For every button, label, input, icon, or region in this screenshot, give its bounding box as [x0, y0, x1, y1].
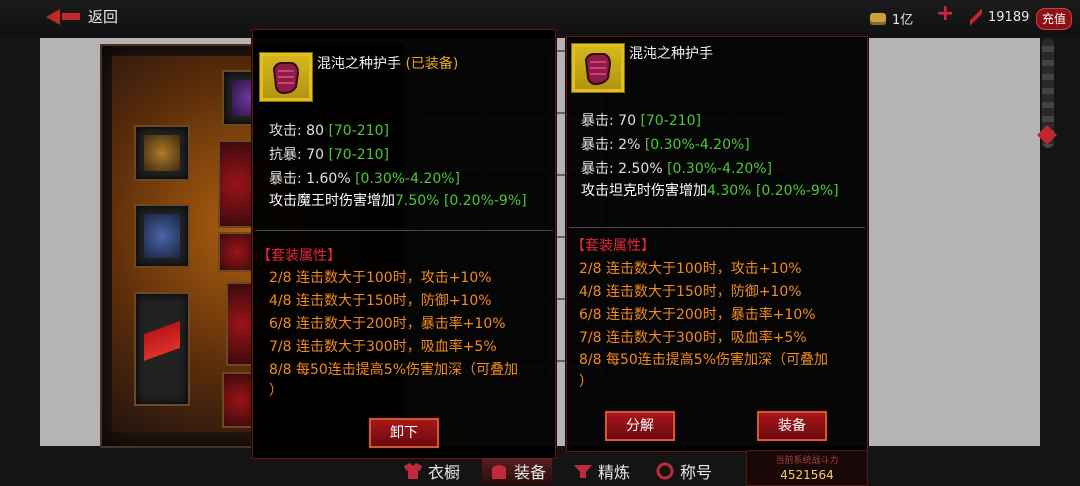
stat-label: 攻击魔王时伤害增加	[269, 193, 395, 209]
stat-range: [0.20%-9%]	[755, 183, 839, 199]
decompose-button[interactable]: 分解	[605, 411, 675, 441]
set-bonus: 4/8 连击数大于150时，防御+10%	[269, 293, 492, 309]
back-arrow-icon	[46, 8, 60, 25]
stat-row: 抗暴: 70 [70-210]	[269, 144, 389, 164]
combat-power-value: 4521564	[780, 468, 834, 482]
gauntlet-icon	[272, 62, 300, 95]
stat-row: 攻击魔王时伤害增加7.50% [0.20%-9%]	[269, 190, 527, 210]
divider	[569, 227, 865, 228]
unequip-button[interactable]: 卸下	[369, 418, 439, 448]
boot-piece	[222, 372, 256, 428]
recharge-button[interactable]: 充值	[1036, 8, 1072, 30]
back-label: 返回	[88, 8, 119, 26]
stat-row: 暴击: 2% [0.30%-4.20%]	[581, 134, 750, 154]
item-name: 混沌之种护手	[629, 46, 713, 62]
set-bonus: 8/8 每50连击提高5%伤害加深（可叠加	[579, 352, 829, 368]
set-bonus-cont: ）	[269, 383, 283, 399]
item-name-row: 混沌之种护手 (已装备)	[317, 53, 458, 73]
set-bonus: 8/8 每50连击提高5%伤害加深（可叠加	[269, 362, 519, 378]
combat-power-box: 当前系统战斗力 4521564	[746, 450, 868, 486]
set-bonus: 6/8 连击数大于200时，暴击率+10%	[269, 316, 506, 332]
stat-label: 抗暴: 70	[269, 147, 329, 163]
stat-label: 攻击: 80	[269, 123, 329, 139]
combat-power-label: 当前系统战斗力	[775, 456, 839, 466]
stat-row: 暴击: 1.60% [0.30%-4.20%]	[269, 168, 460, 188]
stat-label: 暴击: 2%	[581, 137, 645, 153]
add-resource-button[interactable]: +	[936, 1, 955, 26]
stat-range: [70-210]	[328, 147, 389, 163]
blade-icon	[970, 9, 982, 25]
set-bonus-cont: ）	[579, 374, 593, 390]
tab-wardrobe[interactable]: 衣橱	[402, 458, 460, 484]
stat-range: [0.20%-9%]	[443, 193, 527, 209]
set-bonus: 7/8 连击数大于300时，吸血率+5%	[269, 339, 497, 355]
stat-label: 暴击: 70	[581, 113, 641, 129]
gold-coin-icon	[870, 12, 886, 25]
equip-button[interactable]: 装备	[757, 411, 827, 441]
item-icon-frame	[571, 43, 625, 93]
item-icon-frame	[259, 52, 313, 102]
tab-label: 装备	[514, 463, 547, 482]
gold-resource: 1亿	[870, 9, 913, 28]
equip-slot-helmet[interactable]	[134, 125, 190, 181]
divider	[255, 230, 553, 231]
stat-range: [0.30%-4.20%]	[644, 137, 750, 153]
belt-piece	[218, 232, 256, 272]
stat-range: [0.30%-4.20%]	[355, 171, 461, 187]
equipped-item-tooltip: 混沌之种护手 (已装备) 攻击: 80 [70-210] 抗暴: 70 [70-…	[252, 29, 556, 459]
stat-value: 4.30%	[707, 183, 756, 199]
power-resource: 19189	[970, 9, 1029, 25]
armor-piece	[218, 140, 256, 228]
set-bonus: 7/8 连击数大于300时，吸血率+5%	[579, 330, 807, 346]
stat-row: 攻击坦克时伤害增加4.30% [0.20%-9%]	[581, 180, 839, 200]
tab-label: 衣橱	[428, 463, 461, 482]
sword-icon	[144, 302, 180, 396]
plus-icon: +	[936, 1, 955, 26]
tab-equipment[interactable]: 装备	[482, 458, 553, 484]
equip-slot-weapon[interactable]	[134, 292, 190, 406]
stat-range: [70-210]	[640, 113, 701, 129]
set-bonus: 2/8 连击数大于100时，攻击+10%	[579, 261, 802, 277]
helmet-icon	[144, 135, 180, 171]
equipped-tag: (已装备)	[405, 56, 459, 72]
gold-amount: 1亿	[892, 13, 914, 28]
tab-label: 精炼	[598, 463, 631, 482]
title-icon	[656, 462, 674, 480]
wardrobe-icon	[404, 463, 422, 479]
set-title: 【套装属性】	[257, 248, 341, 264]
compare-item-tooltip: 混沌之种护手 暴击: 70 [70-210] 暴击: 2% [0.30%-4.2…	[566, 36, 868, 452]
equipment-icon	[492, 465, 506, 479]
stat-row: 暴击: 70 [70-210]	[581, 110, 701, 130]
stat-range: [70-210]	[328, 123, 389, 139]
back-button[interactable]: 返回	[46, 6, 118, 27]
stat-row: 暴击: 2.50% [0.30%-4.20%]	[581, 158, 772, 178]
back-arrow-tail	[62, 13, 80, 20]
stat-label: 暴击: 2.50%	[581, 161, 668, 177]
item-name: 混沌之种护手	[317, 56, 401, 72]
gauntlet-icon	[144, 214, 180, 258]
set-bonus: 6/8 连击数大于200时，暴击率+10%	[579, 307, 816, 323]
equip-slot-gauntlet[interactable]	[134, 204, 190, 268]
stat-label: 暴击: 1.60%	[269, 171, 356, 187]
tab-label: 称号	[680, 463, 713, 482]
tab-title[interactable]: 称号	[654, 458, 712, 484]
set-bonus: 2/8 连击数大于100时，攻击+10%	[269, 270, 492, 286]
tab-refine[interactable]: 精炼	[572, 458, 630, 484]
stat-range: [0.30%-4.20%]	[667, 161, 773, 177]
stat-row: 攻击: 80 [70-210]	[269, 120, 389, 140]
gauntlet-icon	[584, 53, 612, 86]
refine-icon	[574, 465, 592, 478]
power-stat-value: 19189	[988, 9, 1030, 25]
set-title: 【套装属性】	[571, 238, 655, 254]
stat-value: 7.50%	[395, 193, 444, 209]
set-bonus: 4/8 连击数大于150时，防御+10%	[579, 284, 802, 300]
stat-label: 攻击坦克时伤害增加	[581, 183, 707, 199]
